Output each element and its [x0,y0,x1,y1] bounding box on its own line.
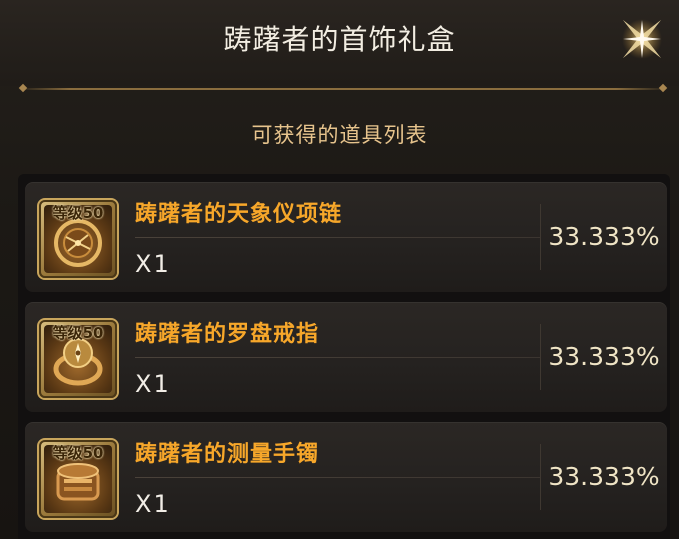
sparkle-close-icon [622,19,662,59]
item-name-underline [135,477,540,478]
item-name-underline [135,237,540,238]
item-name: 踌躇者的天象仪项链 [135,202,343,227]
header-divider [18,88,668,90]
header-bar: 踌躇者的首饰礼盒 [0,0,679,86]
list-item[interactable]: 等级50 踌躇者的罗盘戒指 X1 33.333% [25,302,667,412]
item-probability: 33.333% [548,462,660,491]
list-item[interactable]: 等级50 踌躇者的天象仪项链 X1 33.333% [25,182,667,292]
item-probability: 33.333% [548,222,660,251]
reward-box-panel: 踌躇者的首饰礼盒 可获得的道具列表 等级50 踌躇者的天象仪项链 X1 33.3… [0,0,679,539]
item-icon-frame: 等级50 [39,320,117,398]
list-heading: 可获得的道具列表 [251,123,428,147]
close-button[interactable] [611,8,673,70]
list-item[interactable]: 等级50 踌躇者的测量手镯 X1 33.333% [25,422,667,532]
item-quantity: X1 [135,370,171,398]
item-quantity: X1 [135,250,171,278]
item-icon-frame: 等级50 [39,200,117,278]
item-name: 踌躇者的测量手镯 [135,442,320,467]
item-name: 踌躇者的罗盘戒指 [135,322,320,347]
item-probability: 33.333% [548,342,660,371]
column-separator [540,324,541,390]
item-quantity: X1 [135,490,171,518]
column-separator [540,204,541,270]
level-badge: 等级50 [52,204,104,222]
page-title: 踌躇者的首饰礼盒 [223,23,456,56]
item-list[interactable]: 等级50 踌躇者的天象仪项链 X1 33.333% 等级50 踌躇者的罗盘戒指 … [18,174,670,539]
item-icon-frame: 等级50 [39,440,117,518]
level-badge: 等级50 [52,444,104,462]
level-badge: 等级50 [52,324,104,342]
item-name-underline [135,357,540,358]
column-separator [540,444,541,510]
